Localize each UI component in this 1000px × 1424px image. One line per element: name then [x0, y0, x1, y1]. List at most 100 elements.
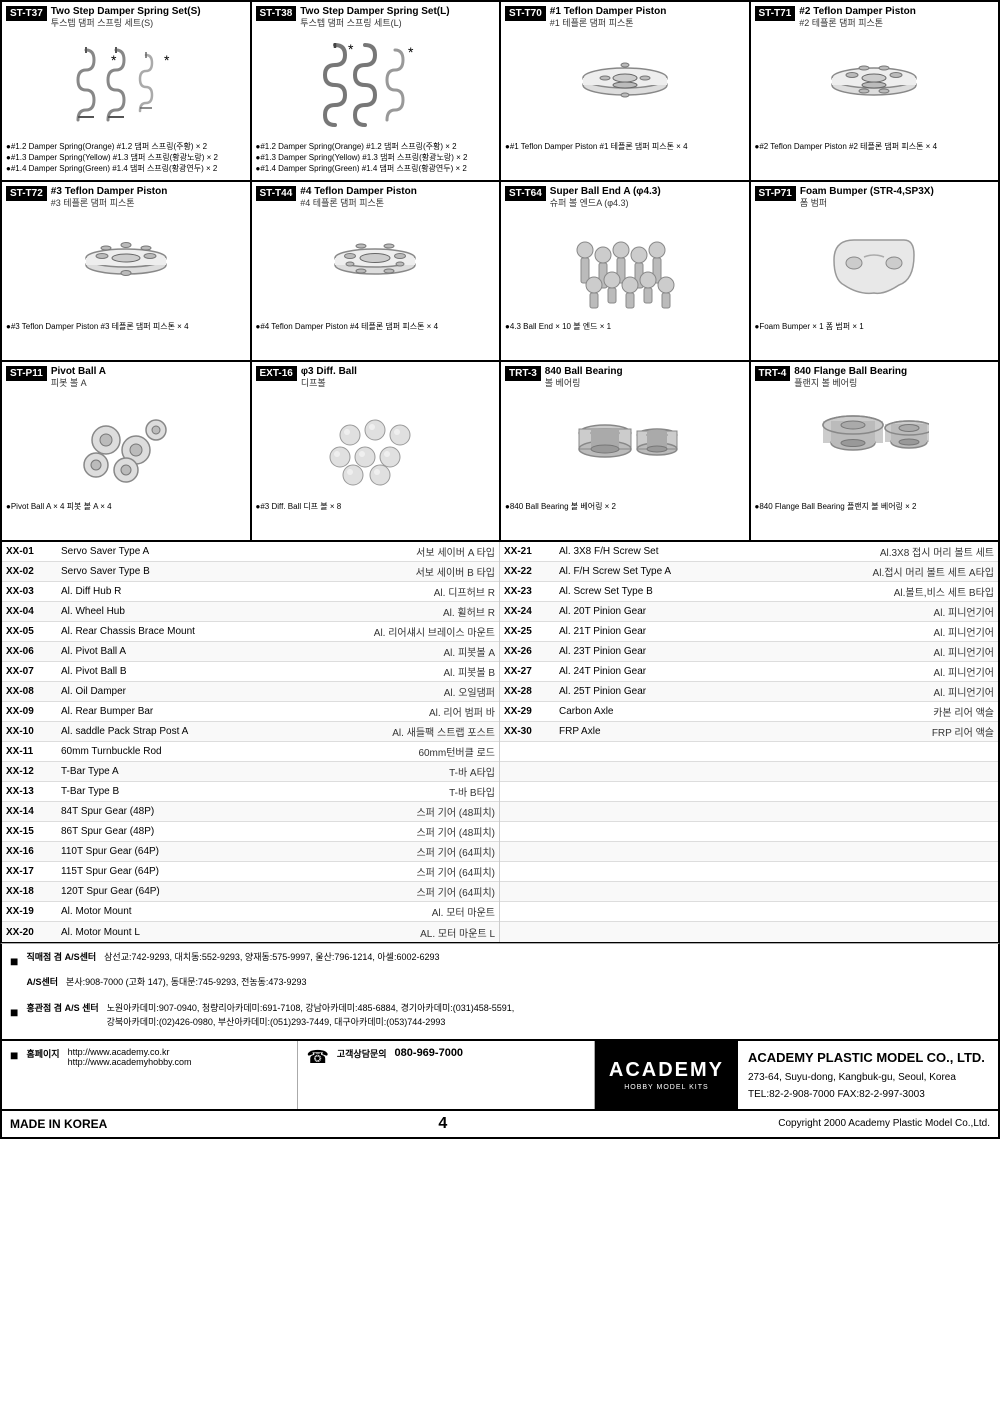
product-st-t64: ST-T64 Super Ball End A (φ4.3) 슈퍼 볼 엔드A …: [501, 182, 751, 362]
parts-row-xx02: XX-02 Servo Saver Type B 서보 세이버 B 타입: [2, 562, 499, 582]
product-title-kr-st-t38: 투스텝 댐퍼 스프링 세트(L): [300, 18, 449, 29]
part-name-kr-xx04: Al. 휠허브 R: [443, 604, 495, 619]
product-code-st-p71: ST-P71: [755, 186, 796, 201]
parts-row-xx26: XX-26 Al. 23T Pinion Gear Al. 피니언기어: [500, 642, 998, 662]
academy-sub-text: HOBBY MODEL KITS: [624, 1084, 708, 1091]
footer-authorized-label: 홍관점 겸 A/S 센터: [26, 1001, 98, 1030]
part-num-xx14: XX-14: [6, 806, 61, 817]
product-notes-st-t37: ●#1.2 Damper Spring(Orange) #1.2 댐퍼 스프링(…: [6, 141, 246, 175]
inquiry-label: 고객상담문의: [337, 1047, 387, 1068]
part-name-xx17: 115T Spur Gear (64P): [61, 866, 416, 877]
parts-row-xx27: XX-27 Al. 24T Pinion Gear Al. 피니언기어: [500, 662, 998, 682]
parts-row-xx24: XX-24 Al. 20T Pinion Gear Al. 피니언기어: [500, 602, 998, 622]
part-num-xx23: XX-23: [504, 586, 559, 597]
parts-row-xx23: XX-23 Al. Screw Set Type B Al.볼트,비스 세트 B…: [500, 582, 998, 602]
product-title-st-t44: #4 Teflon Damper Piston: [300, 186, 417, 198]
product-title-kr-st-p71: 폼 범퍼: [800, 198, 934, 209]
part-name-kr-xx06: Al. 피봇볼 A: [444, 644, 496, 659]
parts-row-empty8: [500, 882, 998, 902]
parts-row-xx30: XX-30 FRP Axle FRP 리어 액슬: [500, 722, 998, 742]
product-grid-row2: ST-T72 #3 Teflon Damper Piston #3 테플론 댐퍼…: [0, 182, 1000, 362]
product-title-kr-st-t70: #1 테플론 댐퍼 피스톤: [550, 18, 667, 29]
part-name-xx08: Al. Oil Damper: [61, 686, 444, 697]
authorized-icon: ■: [10, 1001, 18, 1030]
parts-row-xx25: XX-25 Al. 21T Pinion Gear Al. 피니언기어: [500, 622, 998, 642]
product-title-kr-st-t71: #2 테플론 댐퍼 피스톤: [799, 18, 916, 29]
product-ext-16: EXT-16 φ3 Diff. Ball 디프볼: [252, 362, 502, 542]
product-image-st-t71: [755, 35, 995, 135]
product-code-st-t71: ST-T71: [755, 6, 796, 21]
part-num-xx15: XX-15: [6, 826, 61, 837]
product-title-trt-3: 840 Ball Bearing: [545, 366, 623, 378]
company-info-block: ACADEMY PLASTIC MODEL CO., LTD. 273-64, …: [738, 1041, 998, 1109]
part-name-xx10: Al. saddle Pack Strap Post A: [61, 726, 392, 737]
parts-column-right: XX-21 Al. 3X8 F/H Screw Set Al.3X8 접시 머리…: [500, 542, 998, 942]
part-num-xx21: XX-21: [504, 546, 559, 557]
product-title-st-p71: Foam Bumper (STR-4,SP3X): [800, 186, 934, 198]
made-in-label: MADE IN KOREA: [10, 1117, 107, 1131]
parts-row-xx05: XX-05 Al. Rear Chassis Brace Mount Al. 리…: [2, 622, 499, 642]
product-st-t44: ST-T44 #4 Teflon Damper Piston #4 테플론 댐퍼…: [252, 182, 502, 362]
parts-row-xx28: XX-28 Al. 25T Pinion Gear Al. 피니언기어: [500, 682, 998, 702]
part-num-xx13: XX-13: [6, 786, 61, 797]
parts-row-xx08: XX-08 Al. Oil Damper Al. 오일댐퍼: [2, 682, 499, 702]
part-name-kr-xx29: 카본 리어 액슬: [933, 704, 994, 719]
part-name-kr-xx12: T-바 A타입: [449, 764, 495, 779]
product-notes-st-p71: ●Foam Bumper × 1 폼 범퍼 × 1: [755, 321, 995, 332]
part-name-kr-xx16: 스퍼 기어 (64피치): [416, 844, 495, 859]
product-grid-row3: ST-P11 Pivot Ball A 피봇 볼 A ●Piv: [0, 362, 1000, 542]
parts-row-xx21: XX-21 Al. 3X8 F/H Screw Set Al.3X8 접시 머리…: [500, 542, 998, 562]
parts-row-empty10: [500, 922, 998, 942]
product-title-st-p11: Pivot Ball A: [51, 366, 106, 378]
product-code-st-t72: ST-T72: [6, 186, 47, 201]
part-name-kr-xx13: T-바 B타입: [449, 784, 495, 799]
parts-column-left: XX-01 Servo Saver Type A 서보 세이버 A 타입 XX-…: [2, 542, 500, 942]
part-name-xx19: Al. Motor Mount: [61, 906, 432, 917]
parts-row-xx06: XX-06 Al. Pivot Ball A Al. 피봇볼 A: [2, 642, 499, 662]
part-num-xx01: XX-01: [6, 546, 61, 557]
academy-logo-text: ACADEMY: [609, 1059, 724, 1082]
parts-row-xx20: XX-20 Al. Motor Mount L AL. 모터 마운트 L: [2, 922, 499, 942]
parts-row-xx16: XX-16 110T Spur Gear (64P) 스퍼 기어 (64피치): [2, 842, 499, 862]
product-notes-st-t72: ●#3 Teflon Damper Piston #3 테플론 댐퍼 피스톤 ×…: [6, 321, 246, 332]
part-name-kr-xx19: Al. 모터 마운트: [432, 904, 495, 919]
part-name-xx29: Carbon Axle: [559, 706, 933, 717]
product-st-t71: ST-T71 #2 Teflon Damper Piston #2 테플론 댐퍼…: [751, 2, 1000, 182]
product-notes-trt-4: ●840 Flange Ball Bearing 플랜지 볼 베어링 × 2: [755, 501, 995, 512]
product-image-ext-16: [256, 395, 496, 495]
copyright-text: Copyright 2000 Academy Plastic Model Co.…: [778, 1118, 990, 1129]
page-number: 4: [438, 1115, 447, 1133]
part-name-kr-xx18: 스퍼 기어 (64피치): [416, 884, 495, 899]
parts-row-xx11: XX-11 60mm Turnbuckle Rod 60mm턴버클 로드: [2, 742, 499, 762]
product-st-t38: ST-T38 Two Step Damper Spring Set(L) 투스텝…: [252, 2, 502, 182]
part-num-xx19: XX-19: [6, 906, 61, 917]
parts-row-empty5: [500, 822, 998, 842]
part-name-xx07: Al. Pivot Ball B: [61, 666, 444, 677]
parts-row-xx01: XX-01 Servo Saver Type A 서보 세이버 A 타입: [2, 542, 499, 562]
parts-row-xx03: XX-03 Al. Diff Hub R Al. 디프허브 R: [2, 582, 499, 602]
inquiry-row: ☎ 고객상담문의 080-969-7000: [306, 1047, 585, 1068]
parts-row-empty4: [500, 802, 998, 822]
parts-row-empty6: [500, 842, 998, 862]
part-name-xx18: 120T Spur Gear (64P): [61, 886, 416, 897]
product-image-st-p71: [755, 215, 995, 315]
parts-row-empty9: [500, 902, 998, 922]
product-notes-st-t70: ●#1 Teflon Damper Piston #1 테플론 댐퍼 피스톤 ×…: [505, 141, 745, 152]
part-num-xx25: XX-25: [504, 626, 559, 637]
footer-inquiry-block: ☎ 고객상담문의 080-969-7000: [298, 1041, 594, 1109]
product-trt-3: TRT-3 840 Ball Bearing 볼 베어링: [501, 362, 751, 542]
product-title-st-t70: #1 Teflon Damper Piston: [550, 6, 667, 18]
homepage-label: 홈페이지: [26, 1047, 59, 1067]
part-name-kr-xx17: 스퍼 기어 (64피치): [416, 864, 495, 879]
inquiry-icon: ☎: [306, 1047, 328, 1068]
part-num-xx27: XX-27: [504, 666, 559, 677]
product-code-trt-3: TRT-3: [505, 366, 541, 381]
part-name-xx16: 110T Spur Gear (64P): [61, 846, 416, 857]
product-st-t37: ST-T37 Two Step Damper Spring Set(S) 투스텝…: [2, 2, 252, 182]
product-title-st-t71: #2 Teflon Damper Piston: [799, 6, 916, 18]
product-title-kr-st-t72: #3 테플론 댐퍼 피스톤: [51, 198, 168, 209]
product-title-kr-trt-3: 볼 베어링: [545, 378, 623, 389]
footer-service-content: 삼선교:742-9293, 대치동:552-9293, 양재동:575-9997…: [104, 950, 439, 972]
product-notes-st-t71: ●#2 Teflon Damper Piston #2 테플론 댐퍼 피스톤 ×…: [755, 141, 995, 152]
product-title-trt-4: 840 Flange Ball Bearing: [794, 366, 907, 378]
